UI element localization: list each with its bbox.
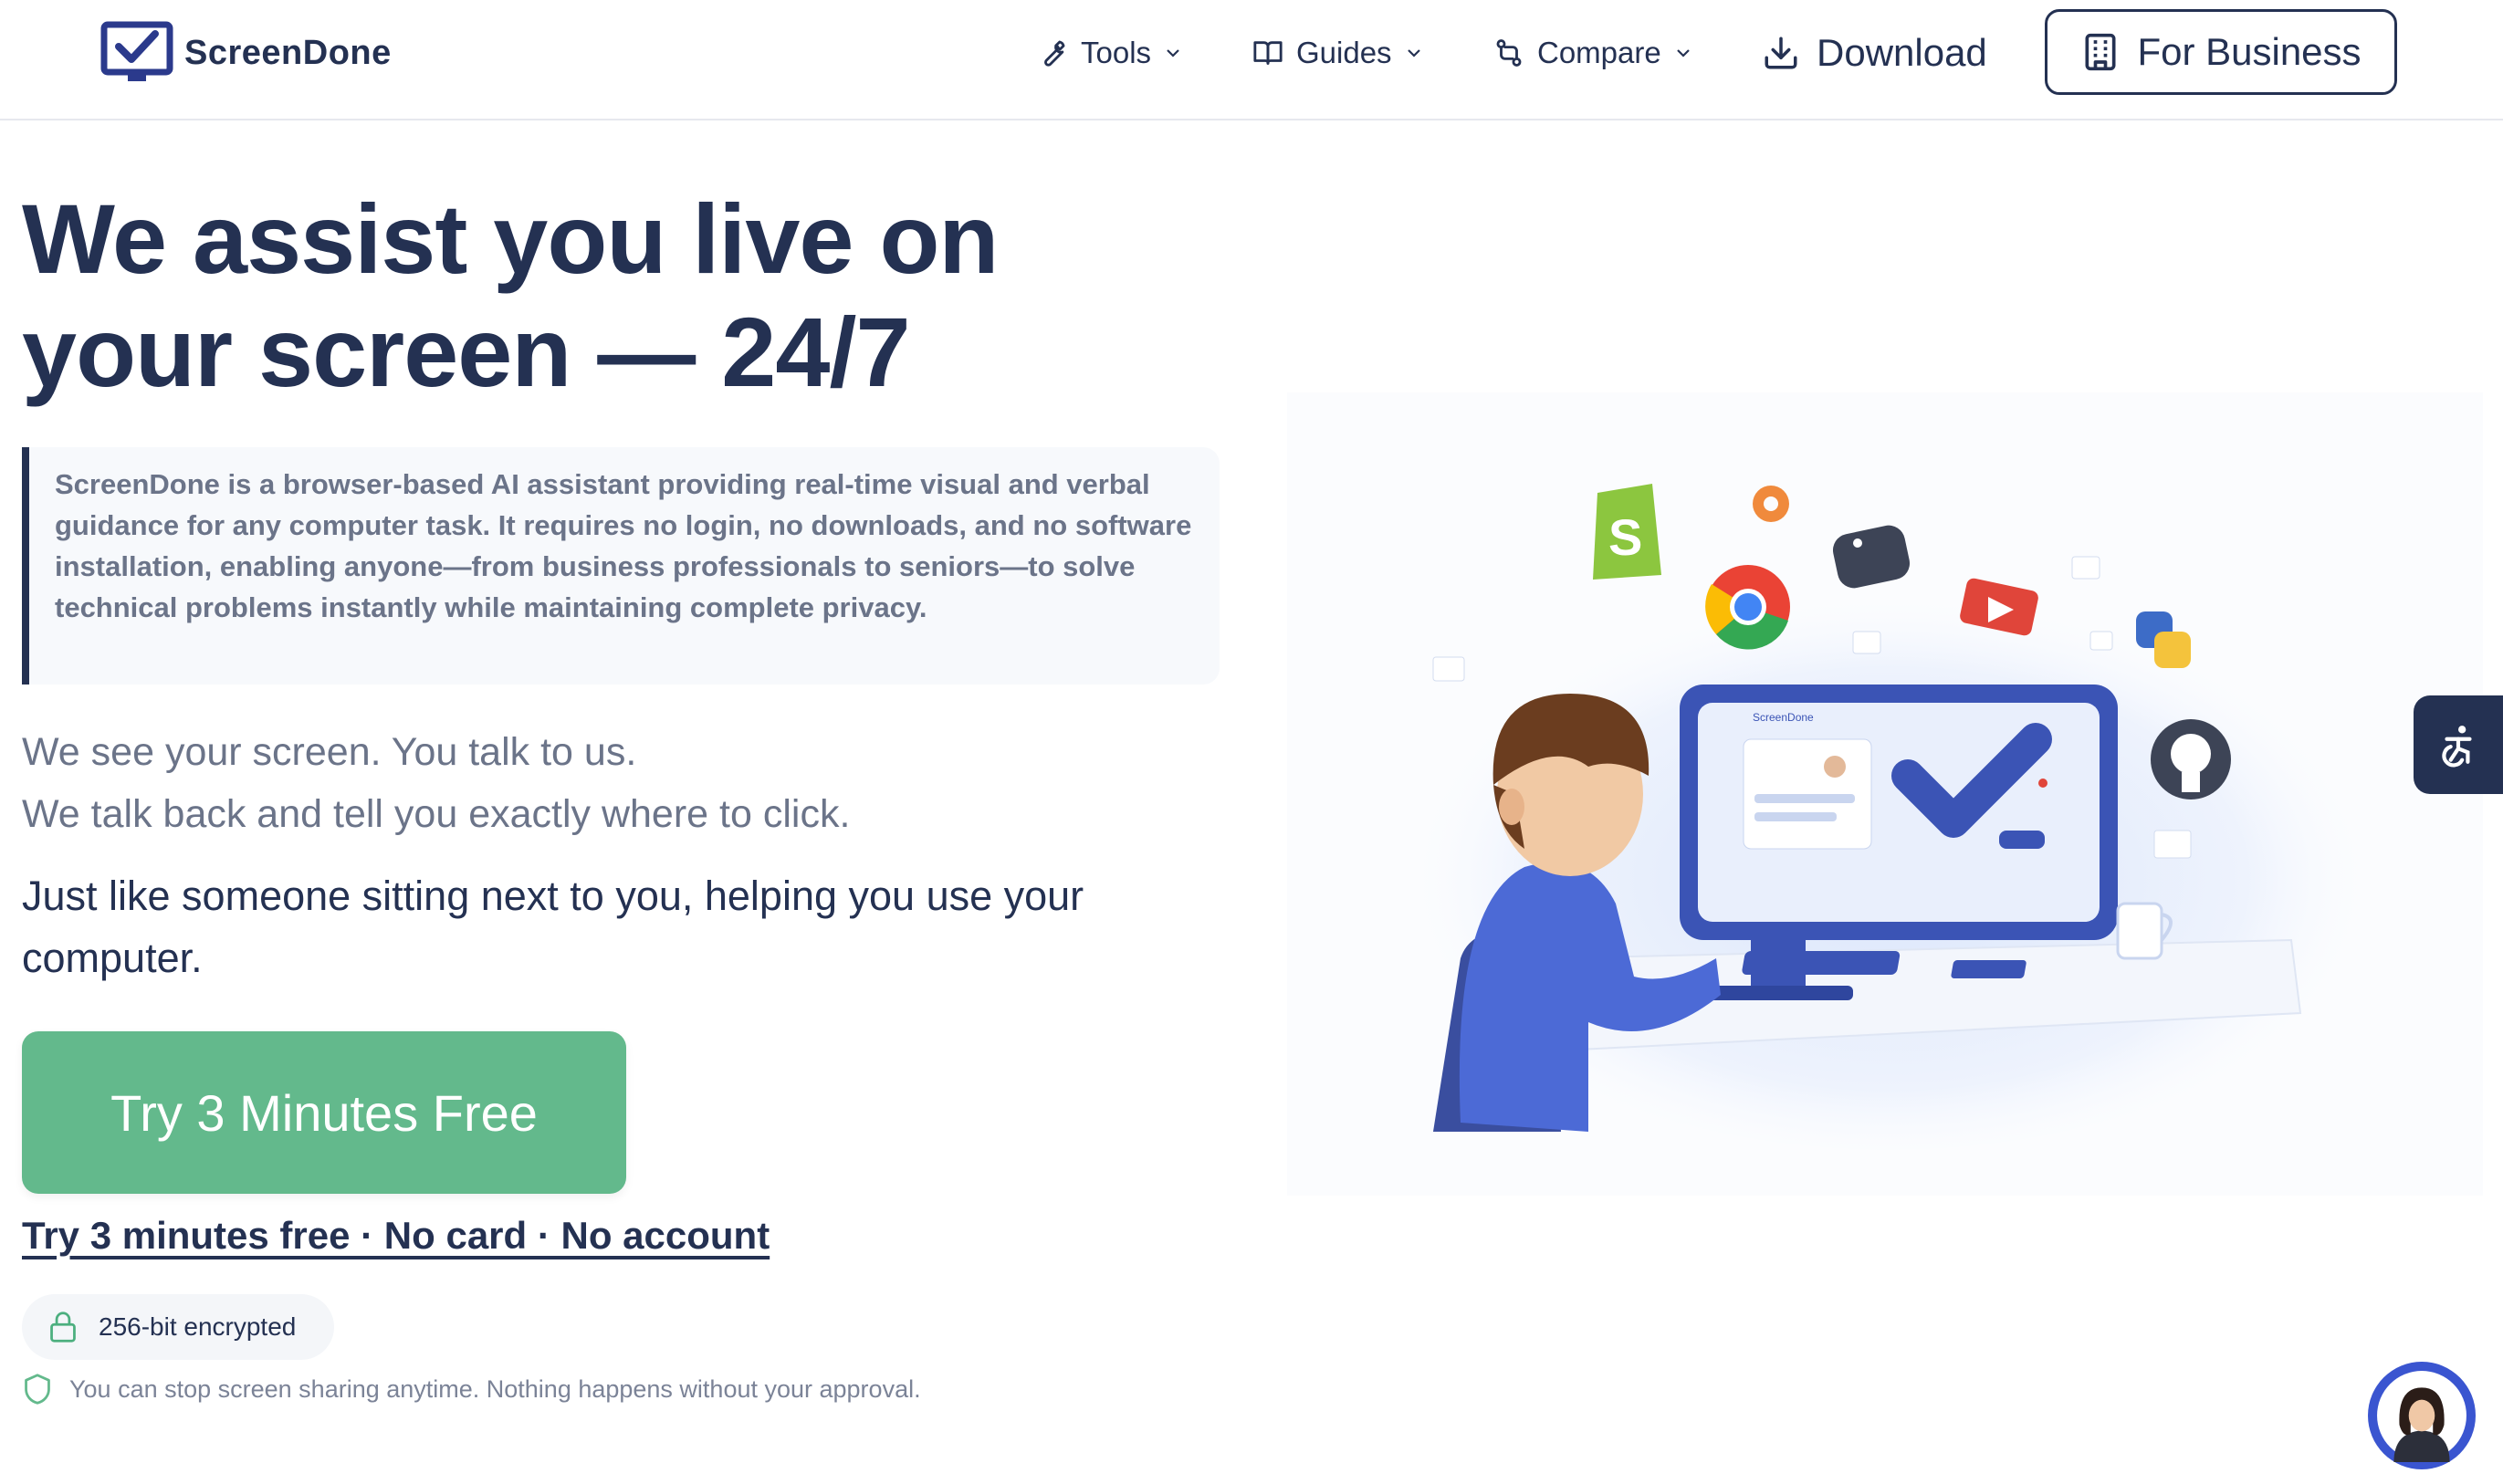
svg-text:S: S	[1608, 508, 1642, 566]
chevron-down-icon	[1676, 49, 1690, 57]
gear-icon	[1753, 486, 1789, 522]
compare-icon	[1496, 39, 1522, 67]
accessibility-icon	[2442, 726, 2472, 768]
shield-icon	[25, 1374, 50, 1405]
description-text: ScreenDone is a browser-based AI assista…	[55, 468, 1192, 623]
shopify-icon: S	[1593, 484, 1661, 580]
privacy-note: You can stop screen sharing anytime. Not…	[22, 1373, 921, 1406]
try-free-button[interactable]: Try 3 Minutes Free	[22, 1031, 626, 1194]
wrench-icon	[1044, 40, 1065, 67]
nav-guides-label: Guides	[1296, 36, 1392, 69]
brand-logo[interactable]: ScreenDone	[100, 20, 392, 86]
logo-monitor-check-icon	[100, 21, 173, 81]
hero-title-line1: We assist you live on	[22, 183, 999, 294]
mug-illustration	[2116, 902, 2173, 960]
for-business-label: For Business	[2137, 30, 2362, 73]
nav-compare-label: Compare	[1537, 36, 1661, 69]
description-box: ScreenDone is a browser-based AI assista…	[22, 447, 1220, 685]
lock-icon	[50, 1312, 76, 1343]
encryption-label: 256-bit encrypted	[99, 1312, 297, 1341]
hero-lead: We see your screen. You talk to us. We t…	[22, 721, 1209, 845]
book-icon	[1253, 41, 1283, 65]
privacy-note-text: You can stop screen sharing anytime. Not…	[69, 1374, 921, 1403]
building-icon	[2085, 33, 2116, 71]
nav-compare[interactable]: Compare	[1493, 24, 1692, 82]
support-chat-button[interactable]	[2368, 1362, 2476, 1469]
try-free-link[interactable]: Try 3 minutes free · No card · No accoun…	[22, 1214, 770, 1258]
chevron-down-icon	[1167, 49, 1179, 57]
encryption-badge: 256-bit encrypted	[22, 1294, 334, 1360]
for-business-button[interactable]: For Business	[2045, 9, 2397, 95]
nav-download-label: Download	[1817, 31, 1987, 74]
hero-illustration: ScreenDone S	[1287, 392, 2483, 1196]
screen-brand: ScreenDone	[1753, 711, 1814, 724]
site-header: ScreenDone Tools Guides Compare Download	[0, 0, 2503, 120]
download-icon	[1765, 37, 1797, 69]
hero-subtext: Just like someone sitting next to you, h…	[22, 873, 1084, 981]
hero-title: We assist you live on your screen — 24/7	[22, 183, 1117, 409]
nav-download[interactable]: Download	[1762, 24, 1987, 82]
nav-tools-label: Tools	[1081, 36, 1152, 69]
github-icon	[2151, 719, 2231, 799]
accessibility-button[interactable]	[2414, 695, 2503, 794]
hero-lead-line2: We talk back and tell you exactly where …	[22, 792, 851, 836]
nav-guides[interactable]: Guides	[1252, 24, 1423, 82]
hero-title-line2: your screen — 24/7	[22, 297, 911, 407]
nav-tools[interactable]: Tools	[1037, 24, 1182, 82]
hero-lead-line1: We see your screen. You talk to us.	[22, 730, 637, 774]
chevron-down-icon	[1407, 49, 1420, 57]
support-avatar-icon	[2377, 1371, 2466, 1462]
brand-name: ScreenDone	[184, 33, 392, 72]
